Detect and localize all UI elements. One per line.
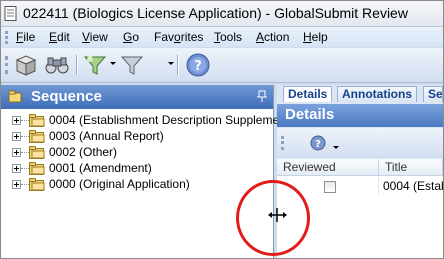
- svg-text:?: ?: [315, 139, 321, 150]
- expand-icon[interactable]: [12, 180, 21, 189]
- expand-icon[interactable]: [12, 132, 21, 141]
- menu-help[interactable]: Help: [303, 30, 328, 44]
- tree-item[interactable]: 0003 (Annual Report): [12, 129, 272, 144]
- toolbar-separator-2: [177, 55, 179, 75]
- expand-icon[interactable]: [12, 116, 21, 125]
- menubar-grip: [5, 31, 11, 44]
- tab-details[interactable]: Details: [283, 86, 333, 102]
- column-header-title[interactable]: Title: [379, 159, 443, 176]
- row-title-cell: 0004 (Establi: [383, 179, 443, 193]
- main-toolbar: ?: [1, 48, 443, 83]
- tree-item-label: 0003 (Annual Report): [49, 129, 164, 143]
- tree-connector: [21, 136, 29, 137]
- tree-item-label: 0001 (Amendment): [49, 161, 152, 175]
- funnel-dropdown-icon[interactable]: [168, 62, 174, 65]
- binoculars-icon[interactable]: [44, 52, 70, 78]
- title-bar: 022411 (Biologics License Application) -…: [1, 1, 443, 27]
- expand-icon[interactable]: [12, 164, 21, 173]
- menu-tools[interactable]: Tools: [214, 30, 242, 44]
- expand-icon[interactable]: [12, 148, 21, 157]
- sequence-panel-title: Sequence: [31, 88, 102, 105]
- menu-bar: File Edit View Go Favorites Tools Action…: [1, 27, 443, 47]
- filter-dropdown-icon[interactable]: [110, 62, 116, 65]
- tree-item[interactable]: 0001 (Amendment): [12, 161, 272, 176]
- tree-connector: [21, 168, 29, 169]
- details-dropdown-icon[interactable]: [333, 146, 339, 149]
- tab-annotations[interactable]: Annotations: [337, 86, 417, 102]
- menu-view[interactable]: View: [82, 30, 108, 44]
- highlight-circle: [236, 180, 310, 256]
- details-panel-header: Details: [277, 104, 443, 127]
- application-window: 022411 (Biologics License Application) -…: [0, 0, 444, 259]
- folder-icon: [29, 114, 45, 127]
- menu-edit[interactable]: Edit: [49, 30, 70, 44]
- svg-text:?: ?: [194, 59, 202, 74]
- tree-connector: [21, 184, 29, 185]
- tree-item[interactable]: 0002 (Other): [12, 145, 272, 160]
- tree-item[interactable]: 0004 (Establishment Description Suppleme…: [12, 113, 293, 128]
- details-tabs: Details Annotations Se: [277, 85, 443, 103]
- tree-connector: [21, 120, 29, 121]
- package-icon[interactable]: [14, 52, 38, 78]
- sequence-icon: [8, 90, 22, 103]
- tree-item-label: 0002 (Other): [49, 145, 118, 159]
- details-toolbar: ?: [277, 128, 443, 158]
- window-title: 022411 (Biologics License Application) -…: [23, 5, 408, 21]
- menu-go[interactable]: Go: [123, 30, 139, 44]
- toolbar-separator: [76, 55, 78, 75]
- folder-icon: [29, 130, 45, 143]
- column-header-reviewed[interactable]: Reviewed: [277, 159, 379, 176]
- help-icon[interactable]: ?: [185, 52, 211, 78]
- tree-item[interactable]: 0000 (Original Application): [12, 177, 272, 192]
- menu-file[interactable]: File: [16, 30, 35, 44]
- sequence-panel: Sequence 0004 (Establishment Description…: [1, 85, 293, 258]
- details-toolbar-grip: [281, 136, 287, 150]
- tree-connector: [21, 152, 29, 153]
- funnel-icon[interactable]: [120, 52, 144, 78]
- tree-item-label: 0000 (Original Application): [49, 177, 190, 191]
- pin-icon[interactable]: [257, 90, 267, 102]
- tree-item-label: 0004 (Establishment Description Suppleme…: [49, 113, 294, 127]
- reviewed-checkbox[interactable]: [324, 181, 336, 193]
- details-panel-title: Details: [285, 106, 335, 123]
- tab-se[interactable]: Se: [423, 86, 443, 102]
- menu-favorites[interactable]: Favorites: [154, 30, 203, 44]
- document-icon: [4, 6, 17, 21]
- cell-divider: [378, 176, 379, 194]
- menu-action[interactable]: Action: [256, 30, 289, 44]
- folder-icon: [29, 146, 45, 159]
- folder-icon: [29, 162, 45, 175]
- folder-icon: [29, 178, 45, 191]
- filter-icon[interactable]: [83, 52, 107, 78]
- toolbar-grip: [5, 56, 11, 74]
- sequence-panel-header: Sequence: [1, 85, 273, 109]
- help-icon[interactable]: ?: [310, 135, 326, 151]
